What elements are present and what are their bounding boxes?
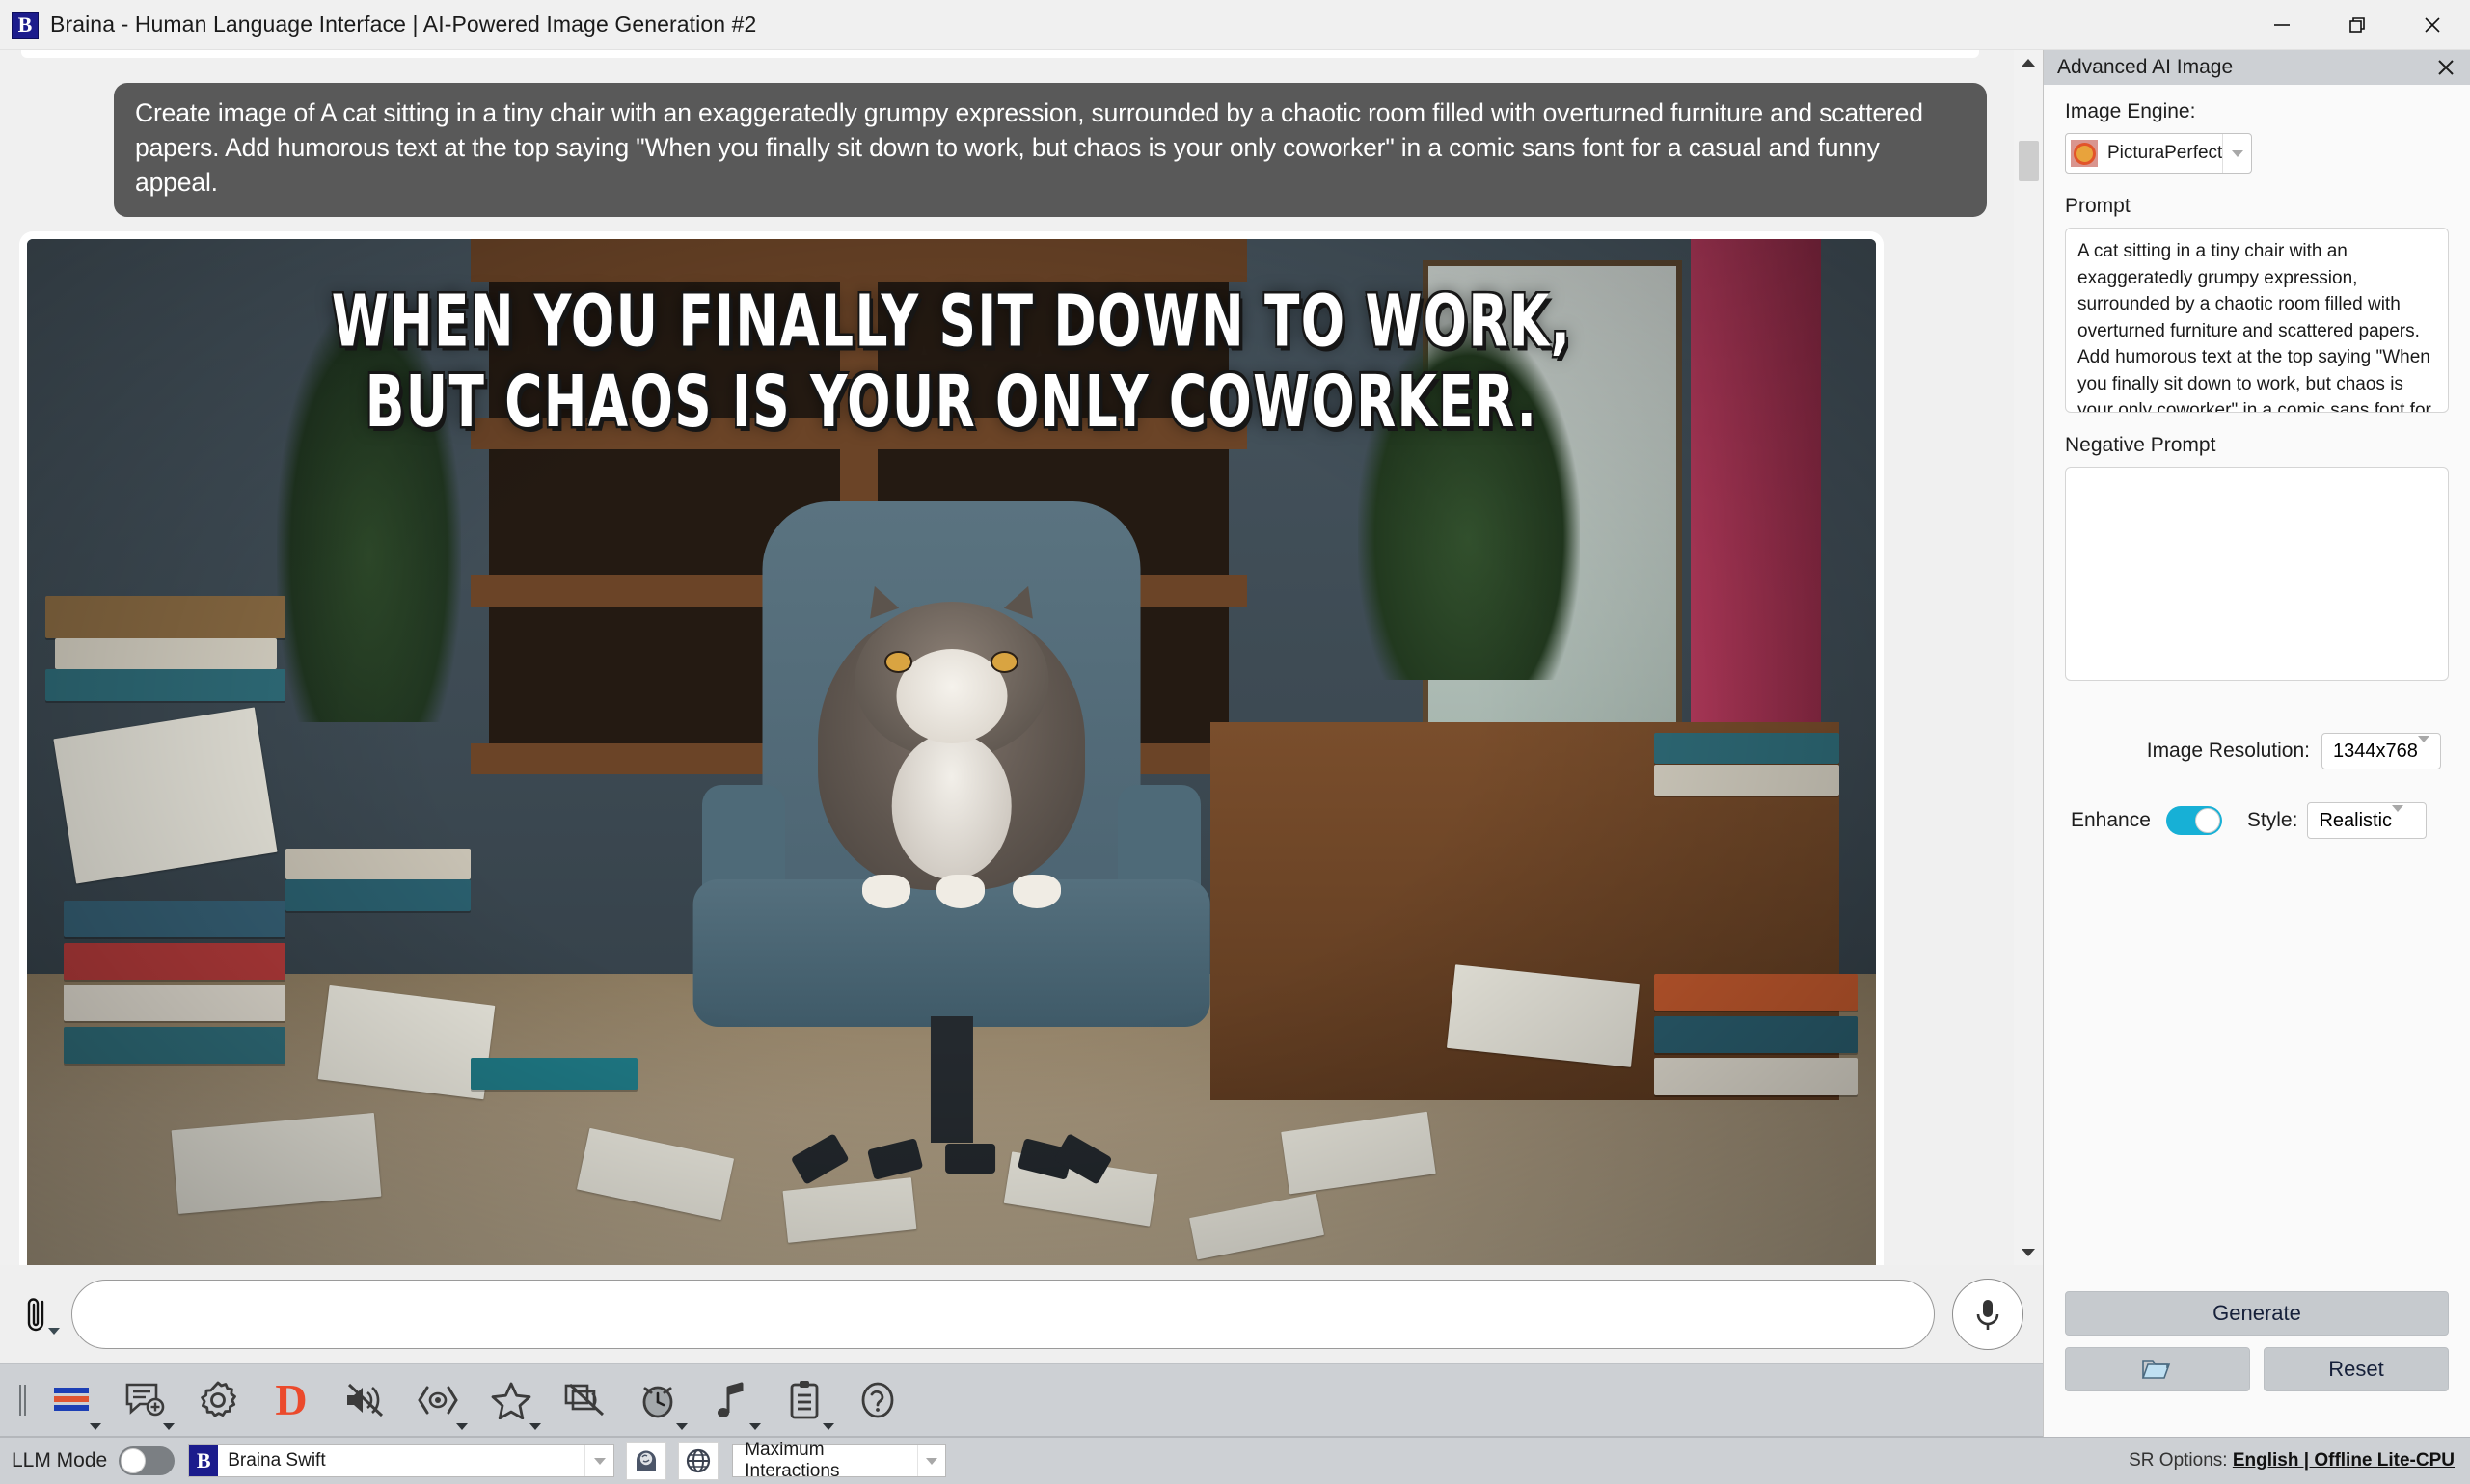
image-engine-value: PicturaPerfect [2107,143,2223,163]
style-label: Style: [2246,809,2298,831]
attach-menu-caret[interactable] [48,1328,60,1335]
status-bar: LLM Mode B Braina Swift Maximum Interact… [0,1437,2470,1484]
title-bar: B Braina - Human Language Interface | AI… [0,0,2470,50]
interactions-select[interactable]: Maximum Interactions [732,1440,947,1481]
scroll-up-arrow[interactable] [2014,50,2043,75]
music-note-icon[interactable] [694,1366,768,1434]
generated-image-card[interactable]: WHEN YOU FINALLY SIT DOWN TO WORK, BUT C… [19,231,1884,1265]
reset-button[interactable]: Reset [2264,1347,2449,1391]
chevron-down-icon[interactable] [584,1445,613,1476]
screen-reader-off-icon[interactable] [548,1366,621,1434]
generated-image[interactable]: WHEN YOU FINALLY SIT DOWN TO WORK, BUT C… [27,239,1876,1265]
chat-top-strip [21,50,1979,58]
sr-options-prefix: SR Options: [2129,1450,2233,1471]
close-button[interactable] [2395,0,2470,50]
toggle-knob [121,1448,147,1473]
model-select[interactable]: B Braina Swift [188,1444,615,1477]
chat-column: Create image of A cat sitting in a tiny … [0,50,2043,1309]
chat-input[interactable] [71,1280,1935,1349]
new-chat-icon[interactable] [108,1366,181,1434]
advanced-ai-image-panel: Advanced AI Image Image Engine: PicturaP… [2043,50,2470,1437]
image-resolution-label: Image Resolution: [2146,740,2310,762]
open-folder-button[interactable] [2065,1347,2250,1391]
translate-icon[interactable] [35,1366,108,1434]
new-chat-menu-caret[interactable] [163,1423,175,1430]
panel-header: Advanced AI Image [2044,50,2470,85]
llm-mode-label: LLM Mode [12,1449,108,1471]
favorites-menu-caret[interactable] [529,1423,541,1430]
toggle-knob [2194,808,2220,833]
mute-speaker-icon[interactable] [328,1366,401,1434]
prompt-textarea[interactable]: A cat sitting in a tiny chair with an ex… [2065,228,2449,413]
enhance-toggle[interactable] [2165,806,2222,835]
chevron-down-icon[interactable] [2417,736,2429,760]
paperclip-icon[interactable] [12,1285,64,1343]
llm-mode-toggle[interactable] [119,1446,176,1475]
chat-scroll-area[interactable]: Create image of A cat sitting in a tiny … [0,50,2043,1265]
image-overlay-caption: WHEN YOU FINALLY SIT DOWN TO WORK, BUT C… [331,278,1572,444]
minimize-button[interactable] [2244,0,2320,50]
negative-prompt-textarea[interactable] [2065,467,2449,681]
image-resolution-value: 1344x768 [2333,740,2418,762]
braina-app-window: B Braina - Human Language Interface | AI… [0,0,2470,1484]
chat-input-row [0,1265,2043,1363]
image-engine-label: Image Engine: [2065,100,2196,122]
read-aloud-menu-caret[interactable] [456,1423,468,1430]
microphone-icon[interactable] [1952,1279,2023,1350]
model-name-label: Braina Swift [228,1450,326,1471]
globe-icon[interactable] [678,1442,719,1480]
image-resolution-row: Image Resolution: 1344x768 [2065,733,2449,769]
app-logo-icon: B [12,11,39,39]
image-engine-select[interactable]: PicturaPerfect [2065,133,2252,174]
sr-options-value[interactable]: English | Offline Lite-CPU [2233,1450,2455,1471]
settings-gear-icon[interactable] [181,1366,255,1434]
clipboard-menu-caret[interactable] [823,1423,834,1430]
clipboard-icon[interactable] [768,1366,841,1434]
favorites-star-icon[interactable] [475,1366,548,1434]
close-icon[interactable] [2431,53,2460,82]
prompt-label: Prompt [2065,195,2131,217]
enhance-style-row: Enhance Style: Realistic [2065,802,2449,839]
scrollbar-thumb[interactable] [2019,141,2039,181]
negative-prompt-label: Negative Prompt [2065,434,2216,456]
image-resolution-select[interactable]: 1344x768 [2321,733,2441,769]
translate-menu-caret[interactable] [90,1423,101,1430]
chevron-down-icon[interactable] [2222,134,2251,173]
style-value: Realistic [2319,809,2393,831]
scroll-down-arrow[interactable] [2014,1240,2043,1265]
main-toolbar: D [0,1363,2043,1437]
folder-icon [2141,1360,2171,1379]
brain-head-icon[interactable] [626,1442,667,1480]
panel-title: Advanced AI Image [2057,56,2234,78]
toolbar-drag-handle[interactable] [10,1378,35,1422]
sr-options[interactable]: SR Options: English | Offline Lite-CPU [2129,1450,2455,1471]
enhance-label: Enhance [2071,809,2151,831]
maximize-restore-button[interactable] [2320,0,2395,50]
music-menu-caret[interactable] [749,1423,761,1430]
help-icon[interactable] [841,1366,914,1434]
alarm-menu-caret[interactable] [676,1423,688,1430]
dictation-icon[interactable]: D [255,1366,328,1434]
chat-scrollbar[interactable] [2014,50,2043,1265]
window-title: Braina - Human Language Interface | AI-P… [50,12,757,37]
engine-sun-icon [2071,140,2098,167]
panel-body: Image Engine: PicturaPerfect Prompt A ca… [2044,85,2470,839]
window-controls [2244,0,2470,50]
user-message-bubble: Create image of A cat sitting in a tiny … [114,83,1987,218]
model-badge-icon: B [189,1445,219,1476]
generate-button[interactable]: Generate [2065,1291,2449,1336]
panel-bottom-buttons: Reset [2065,1347,2449,1391]
style-select[interactable]: Realistic [2307,802,2428,839]
read-aloud-icon[interactable] [401,1366,475,1434]
interactions-value: Maximum Interactions [745,1440,840,1481]
chevron-down-icon[interactable] [917,1445,945,1476]
chevron-down-icon[interactable] [2392,805,2404,829]
alarm-clock-icon[interactable] [621,1366,694,1434]
